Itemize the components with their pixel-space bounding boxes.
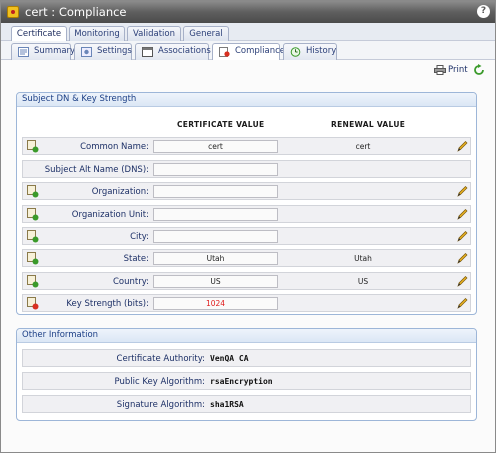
subject-dn-panel: Subject DN & Key Strength CERTIFICATE VA… (16, 92, 477, 315)
organization-row: Organization: (22, 182, 471, 200)
organization-unit-label: Organization Unit: (71, 210, 149, 220)
common-name-value: cert (153, 140, 278, 153)
common-name-label: Common Name: (80, 142, 149, 152)
associations-icon (142, 47, 153, 57)
status-ok-icon (27, 208, 39, 221)
other-information-panel: Other Information Certificate Authority:… (16, 328, 477, 421)
organization-label: Organization: (91, 187, 149, 197)
city-value (153, 230, 278, 243)
signature-algorithm-value: sha1RSA (210, 400, 244, 409)
key-strength-label: Key Strength (bits): (66, 299, 149, 309)
toolbar: Print (1, 61, 495, 79)
primary-tab-bar: Certificate Monitoring Validation Genera… (1, 23, 495, 42)
subject-alt-name-label: Subject Alt Name (DNS): (44, 165, 149, 175)
status-ok-icon (27, 185, 39, 198)
subject-alt-name-value (153, 163, 278, 176)
tab-certificate[interactable]: Certificate (11, 26, 67, 42)
city-row: City: (22, 227, 471, 245)
status-ok-icon (27, 275, 39, 288)
state-row: State: Utah Utah (22, 249, 471, 267)
subject-alt-name-row: Subject Alt Name (DNS): (22, 160, 471, 178)
renewal-value-header: RENEWAL VALUE (331, 120, 406, 129)
edit-pencil-icon[interactable] (456, 252, 468, 265)
country-row: Country: US US (22, 272, 471, 290)
print-label: Print (448, 65, 468, 75)
certificate-authority-value: VenQA CA (210, 354, 249, 363)
edit-pencil-icon[interactable] (456, 208, 468, 221)
title-bar: cert : Compliance ? (1, 1, 495, 23)
state-label: State: (123, 254, 149, 264)
edit-pencil-icon[interactable] (456, 185, 468, 198)
tab-compliance[interactable]: Compliance (212, 43, 285, 60)
state-value: Utah (153, 252, 278, 265)
status-ok-icon (27, 140, 39, 153)
status-ok-icon (27, 252, 39, 265)
refresh-icon[interactable] (473, 64, 485, 76)
summary-icon (18, 47, 29, 57)
organization-unit-value (153, 208, 278, 221)
country-renewal: US (357, 277, 369, 286)
print-button[interactable]: Print (434, 65, 468, 75)
country-value: US (153, 275, 278, 288)
tab-general[interactable]: General (183, 26, 229, 41)
tab-history-label: History (306, 46, 337, 56)
edit-pencil-icon[interactable] (456, 297, 468, 310)
compliance-icon (219, 47, 230, 57)
certificate-authority-label: Certificate Authority: (116, 354, 205, 364)
public-key-algorithm-value: rsaEncryption (210, 377, 273, 386)
edit-pencil-icon[interactable] (456, 230, 468, 243)
signature-algorithm-row: Signature Algorithm: sha1RSA (22, 395, 471, 413)
printer-icon (434, 65, 446, 75)
certificate-authority-row: Certificate Authority: VenQA CA (22, 349, 471, 367)
certificate-value-header: CERTIFICATE VALUE (177, 120, 265, 129)
tab-validation[interactable]: Validation (127, 26, 181, 41)
organization-unit-row: Organization Unit: (22, 205, 471, 223)
certificate-app-icon (7, 6, 19, 18)
settings-icon (81, 47, 92, 57)
status-ok-icon (27, 230, 39, 243)
tab-compliance-label: Compliance (235, 46, 286, 56)
common-name-row: Common Name: cert cert (22, 137, 471, 155)
edit-pencil-icon[interactable] (456, 140, 468, 153)
city-label: City: (130, 232, 149, 242)
public-key-algorithm-label: Public Key Algorithm: (114, 377, 205, 387)
compliance-window: cert : Compliance ? Certificate Monitori… (0, 0, 496, 453)
tab-monitoring[interactable]: Monitoring (69, 26, 125, 41)
tab-settings[interactable]: Settings (74, 43, 132, 60)
tab-history[interactable]: History (283, 43, 337, 60)
public-key-algorithm-row: Public Key Algorithm: rsaEncryption (22, 372, 471, 390)
subject-dn-panel-title: Subject DN & Key Strength (17, 93, 476, 107)
organization-value (153, 185, 278, 198)
tab-associations[interactable]: Associations (135, 43, 211, 60)
country-label: Country: (112, 277, 149, 287)
state-renewal: Utah (354, 254, 372, 263)
signature-algorithm-label: Signature Algorithm: (116, 400, 205, 410)
key-strength-row: Key Strength (bits): 1024 (22, 294, 471, 312)
status-error-icon (27, 297, 39, 310)
key-strength-value: 1024 (153, 297, 278, 310)
tab-settings-label: Settings (97, 46, 132, 56)
secondary-tab-bar: Summary Settings Associations Compliance (1, 41, 495, 60)
tab-associations-label: Associations (158, 46, 211, 56)
tab-summary-label: Summary (34, 46, 76, 56)
common-name-renewal: cert (355, 142, 371, 151)
window-title: cert : Compliance (25, 5, 127, 19)
history-icon (290, 47, 301, 57)
help-icon[interactable]: ? (477, 5, 490, 18)
tab-summary[interactable]: Summary (11, 43, 75, 60)
other-information-panel-title: Other Information (17, 329, 476, 343)
edit-pencil-icon[interactable] (456, 275, 468, 288)
